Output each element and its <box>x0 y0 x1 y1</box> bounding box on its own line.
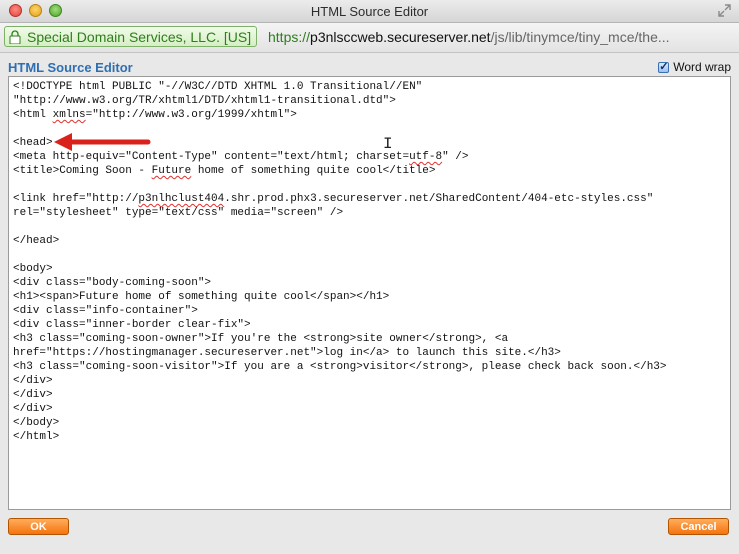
red-arrow-annotation <box>54 133 151 151</box>
source-line: </html> <box>13 431 60 443</box>
url-text[interactable]: https://p3nlsccweb.secureserver.net/js/l… <box>268 29 670 45</box>
source-line: </div> <box>13 403 53 415</box>
source-line: rel="stylesheet" type="text/css" media="… <box>13 207 344 219</box>
cancel-button[interactable]: Cancel <box>668 518 729 535</box>
source-line: </head> <box>13 235 60 247</box>
source-line: <html xmlns="http://www.w3.org/1999/xhtm… <box>13 109 297 121</box>
dialog-header: HTML Source Editor <box>8 60 133 75</box>
word-wrap-label: Word wrap <box>673 60 731 74</box>
source-line: <body> <box>13 263 53 275</box>
address-bar[interactable]: Special Domain Services, LLC. [US] https… <box>0 23 739 53</box>
fullscreen-icon[interactable] <box>718 4 731 17</box>
word-wrap-toggle[interactable]: Word wrap <box>658 60 731 74</box>
source-line: <h1><span>Future home of something quite… <box>13 291 390 303</box>
url-scheme: https:// <box>268 29 311 45</box>
source-line: "http://www.w3.org/TR/xhtml1/DTD/xhtml1-… <box>13 95 396 107</box>
source-line <box>13 248 726 262</box>
word-wrap-checkbox[interactable] <box>658 60 670 73</box>
source-line: <div class="inner-border clear-fix"> <box>13 319 251 331</box>
url-host: p3nlsccweb.secureserver.net <box>310 29 491 45</box>
lock-icon <box>9 29 21 44</box>
source-line: href="https://hostingmanager.secureserve… <box>13 347 561 359</box>
ssl-identity-label: Special Domain Services, LLC. [US] <box>27 28 252 45</box>
source-line: </div> <box>13 375 53 387</box>
source-line: <meta http-equiv="Content-Type" content=… <box>13 151 469 163</box>
source-line: </body> <box>13 417 60 429</box>
source-line <box>13 178 726 192</box>
window-titlebar: HTML Source Editor <box>0 0 739 23</box>
source-line: <div class="info-container"> <box>13 305 198 317</box>
source-line: <div class="body-coming-soon"> <box>13 277 212 289</box>
url-path: /js/lib/tinymce/tiny_mce/the... <box>490 29 670 45</box>
window-title: HTML Source Editor <box>310 4 429 19</box>
source-line <box>13 220 726 234</box>
source-line: <link href="http://p3nlhclust404.shr.pro… <box>13 193 654 205</box>
source-line: </div> <box>13 389 53 401</box>
source-line: <h3 class="coming-soon-visitor">If you a… <box>13 361 667 373</box>
source-line: <h3 class="coming-soon-owner">If you're … <box>13 333 509 345</box>
source-line: <title>Coming Soon - Future home of some… <box>13 165 436 177</box>
source-line: <!DOCTYPE html PUBLIC "-//W3C//DTD XHTML… <box>13 81 423 93</box>
ssl-identity-badge[interactable]: Special Domain Services, LLC. [US] <box>4 26 258 47</box>
ok-button[interactable]: OK <box>8 518 69 535</box>
text-cursor-icon: I <box>383 135 393 153</box>
